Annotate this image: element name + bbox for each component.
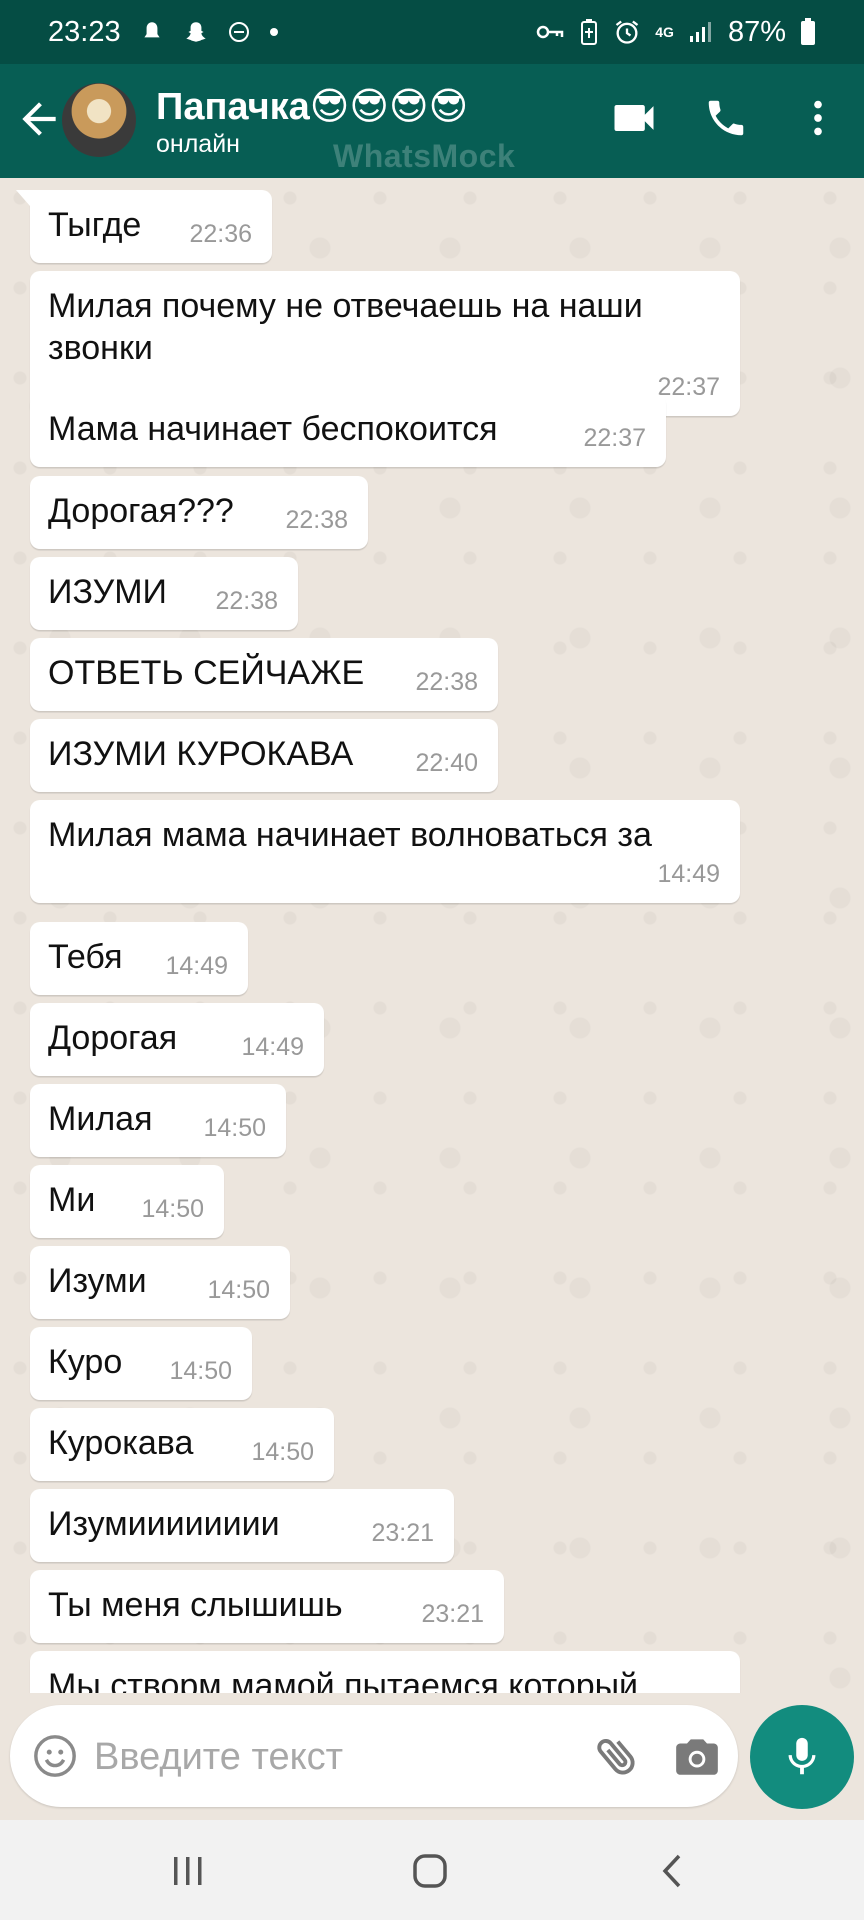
message-time: 14:50 (207, 1276, 270, 1304)
phone-icon[interactable] (694, 86, 758, 150)
message-time: 14:49 (165, 952, 228, 980)
message-time: 22:38 (215, 587, 278, 615)
camera-icon[interactable] (672, 1731, 724, 1783)
message-text: Изумииииииии (48, 1505, 280, 1543)
home-icon[interactable] (400, 1846, 460, 1896)
message-text: Ми (48, 1181, 96, 1219)
message-time: 14:50 (169, 1357, 232, 1385)
message-bubble[interactable]: Милая 14:50 (30, 1084, 286, 1157)
message-bubble[interactable]: Ты меня слышишь 23:21 (30, 1570, 504, 1643)
watermark: WhatsMock (333, 138, 516, 174)
snapchat-icon (183, 19, 209, 45)
status-time: 23:23 (48, 15, 121, 48)
message-bubble[interactable]: Тебя 14:49 (30, 922, 248, 995)
message-bubble[interactable]: Милая мама начинает волноваться за 14:49 (30, 800, 740, 903)
message-text: ИЗУМИ КУРОКАВА (48, 735, 354, 773)
battery-icon (800, 18, 816, 46)
message-time: 23:21 (421, 1600, 484, 1628)
dot-icon (269, 27, 279, 37)
contact-name[interactable]: Папачка😎😎😎😎 (156, 84, 468, 129)
message-time: 22:37 (583, 424, 646, 452)
message-bubble[interactable]: Курокава 14:50 (30, 1408, 334, 1481)
message-text: Тыгде (48, 206, 142, 244)
message-bubble[interactable]: Тыгде 22:36 (16, 190, 272, 263)
message-bubble[interactable]: Дорогая 14:49 (30, 1003, 324, 1076)
avatar[interactable] (62, 83, 136, 157)
system-nav-bar (0, 1820, 864, 1920)
alarm-icon (613, 18, 641, 46)
message-text: Изуми (48, 1262, 147, 1300)
message-text: Курокава (48, 1424, 194, 1462)
message-input[interactable] (92, 1731, 566, 1783)
battery-percent: 87% (727, 15, 786, 48)
emoji-icon[interactable] (32, 1733, 78, 1779)
message-text: Мы створм мамой пытаемся который (48, 1667, 639, 1693)
message-text: ИЗУМИ (48, 573, 167, 611)
message-bubble[interactable]: Дорогая??? 22:38 (30, 476, 368, 549)
message-bubble[interactable]: Изуми 14:50 (30, 1246, 290, 1319)
signal-icon (688, 20, 714, 44)
message-time: 14:50 (251, 1438, 314, 1466)
message-time: 22:40 (415, 749, 478, 777)
notification-icon (139, 19, 165, 45)
message-time: 14:49 (657, 860, 720, 888)
message-bubble[interactable]: Ми 14:50 (30, 1165, 224, 1238)
message-bubble[interactable]: Куро 14:50 (30, 1327, 252, 1400)
message-text: Дорогая (48, 1019, 178, 1057)
status-bar: 23:23 4G 87% (0, 0, 864, 64)
message-bubble[interactable]: ИЗУМИ КУРОКАВА 22:40 (30, 719, 498, 792)
message-time: 23:21 (371, 1519, 434, 1547)
nav-back-icon[interactable] (642, 1846, 702, 1896)
battery-saver-icon (579, 18, 599, 46)
attach-icon[interactable] (592, 1731, 644, 1783)
recents-icon[interactable] (158, 1846, 218, 1896)
contact-status: онлайн (156, 130, 240, 158)
message-time: 22:38 (285, 506, 348, 534)
message-time: 22:38 (415, 668, 478, 696)
chat-header: Папачка😎😎😎😎 онлайн WhatsMock (0, 64, 864, 178)
dnd-icon (227, 20, 251, 44)
chat-area[interactable]: Тыгде 22:36 Милая почему не отвечаешь на… (0, 178, 864, 1693)
message-text: Милая (48, 1100, 153, 1138)
message-text: Ты меня слышишь (48, 1586, 343, 1624)
message-bubble[interactable]: ИЗУМИ 22:38 (30, 557, 298, 630)
message-time: 14:49 (241, 1033, 304, 1061)
more-vert-icon[interactable] (786, 86, 850, 150)
message-time: 14:50 (203, 1114, 266, 1142)
message-text: ОТВЕТЬ СЕЙЧАЖЕ (48, 654, 365, 692)
vpn-key-icon (535, 20, 565, 44)
message-bubble[interactable]: Мы створм мамой пытаемся который (30, 1651, 740, 1693)
message-time: 22:36 (189, 220, 252, 248)
message-time: 14:50 (141, 1195, 204, 1223)
message-text: Куро (48, 1343, 123, 1381)
back-arrow-icon[interactable] (14, 94, 64, 144)
message-text: Милая почему не отвечаешь на наши звонки (48, 287, 643, 367)
message-text: Мама начинает беспокоится (48, 410, 498, 448)
message-text: Дорогая??? (48, 492, 234, 530)
message-bubble[interactable]: Изумииииииии 23:21 (30, 1489, 454, 1562)
message-composer (10, 1705, 738, 1807)
network-type-icon: 4G (655, 24, 674, 40)
message-text: Милая мама начинает волноваться за (48, 816, 652, 854)
mic-icon[interactable] (750, 1705, 854, 1809)
message-bubble[interactable]: Мама начинает беспокоится 22:37 (30, 394, 666, 467)
message-bubble[interactable]: ОТВЕТЬ СЕЙЧАЖЕ 22:38 (30, 638, 498, 711)
message-text: Тебя (48, 938, 123, 976)
video-call-icon[interactable] (602, 86, 666, 150)
